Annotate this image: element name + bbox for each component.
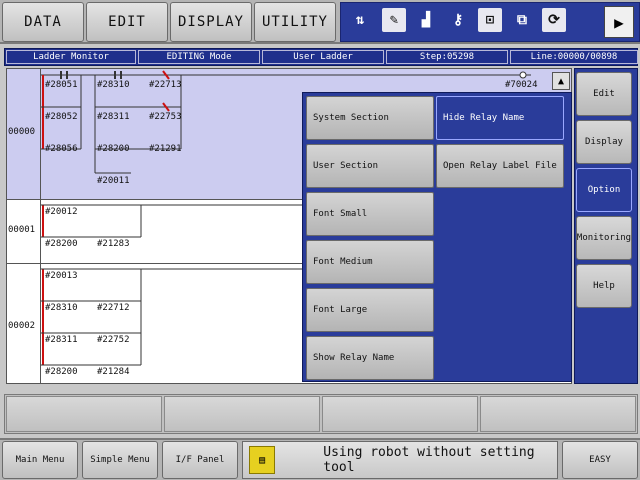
rung-step-number: 00002: [8, 321, 36, 331]
relay-label[interactable]: #21291: [149, 144, 182, 154]
display-menu-button[interactable]: DISPLAY: [170, 2, 252, 42]
relay-label[interactable]: #22712: [97, 303, 130, 313]
refresh-icon: ⟳: [542, 8, 566, 32]
robot-icon: ⊡: [478, 8, 502, 32]
utility-menu-button[interactable]: UTILITY: [254, 2, 336, 42]
hide-relay-name-button[interactable]: Hide Relay Name: [436, 96, 564, 140]
message-bar: ▤ Using robot without setting tool: [242, 441, 558, 479]
relay-label[interactable]: #28311: [97, 112, 130, 122]
relay-label[interactable]: #22753: [149, 112, 182, 122]
relay-label[interactable]: #28056: [45, 144, 78, 154]
relay-label[interactable]: #20013: [45, 271, 78, 281]
font-small-button[interactable]: Font Small: [306, 192, 434, 236]
data-menu-button[interactable]: DATA: [2, 2, 84, 42]
side-monitoring-button[interactable]: Monitoring: [576, 216, 632, 260]
relay-label[interactable]: #28200: [45, 367, 78, 377]
side-display-button[interactable]: Display: [576, 120, 632, 164]
relay-label[interactable]: #28200: [45, 239, 78, 249]
edit-menu-button[interactable]: EDIT: [86, 2, 168, 42]
message-list-icon[interactable]: ▤: [249, 446, 276, 474]
output-coil-label[interactable]: #70024: [505, 80, 538, 90]
relay-label[interactable]: #21283: [97, 239, 130, 249]
font-large-button[interactable]: Font Large: [306, 288, 434, 332]
font-medium-button[interactable]: Font Medium: [306, 240, 434, 284]
relay-label[interactable]: #28310: [45, 303, 78, 313]
simple-menu-button[interactable]: Simple Menu: [82, 441, 158, 479]
open-relay-label-file-button[interactable]: Open Relay Label File: [436, 144, 564, 188]
easy-mode-button[interactable]: EASY: [562, 441, 638, 479]
rung-1-wiring: [41, 204, 309, 238]
relay-label[interactable]: #28200: [97, 144, 130, 154]
job-icon: ⇅: [348, 8, 372, 32]
function-key-4[interactable]: [480, 396, 636, 432]
relay-label[interactable]: #28311: [45, 335, 78, 345]
rung-step-number: 00001: [8, 225, 36, 235]
monitor-icon: ⧉: [510, 8, 534, 32]
main-menu-button[interactable]: Main Menu: [2, 441, 78, 479]
function-key-2[interactable]: [164, 396, 320, 432]
user-section-button[interactable]: User Section: [306, 144, 434, 188]
mode-indicator: EDITING Mode: [138, 50, 260, 64]
rung-step-number: 00000: [8, 127, 36, 137]
screen-title: Ladder Monitor: [6, 50, 136, 64]
relay-label[interactable]: #22713: [149, 80, 182, 90]
side-edit-button[interactable]: Edit: [576, 72, 632, 116]
function-key-3[interactable]: [322, 396, 478, 432]
show-relay-name-button[interactable]: Show Relay Name: [306, 336, 434, 380]
relay-label[interactable]: #28310: [97, 80, 130, 90]
page-forward-icon[interactable]: ▶: [604, 6, 634, 38]
relay-label[interactable]: #22752: [97, 335, 130, 345]
edit-icon: ✎: [382, 8, 406, 32]
rung-2-wiring: [41, 268, 309, 366]
system-section-button[interactable]: System Section: [306, 96, 434, 140]
function-key-1[interactable]: [6, 396, 162, 432]
if-panel-button[interactable]: I/F Panel: [162, 441, 238, 479]
relay-label[interactable]: #20012: [45, 207, 78, 217]
step-indicator: Step:05298: [386, 50, 508, 64]
relay-label[interactable]: #20011: [97, 176, 130, 186]
side-option-button[interactable]: Option: [576, 168, 632, 212]
side-help-button[interactable]: Help: [576, 264, 632, 308]
relay-label[interactable]: #21284: [97, 367, 130, 377]
section-indicator: User Ladder: [262, 50, 384, 64]
line-indicator: Line:00000/00898: [510, 50, 638, 64]
scroll-up-button[interactable]: ▲: [552, 72, 570, 90]
relay-label[interactable]: #28051: [45, 80, 78, 90]
key-icon: ⚷: [446, 8, 470, 32]
relay-label[interactable]: #28052: [45, 112, 78, 122]
status-message: Using robot without setting tool: [323, 445, 535, 475]
signal-icon: ▟: [414, 8, 438, 32]
